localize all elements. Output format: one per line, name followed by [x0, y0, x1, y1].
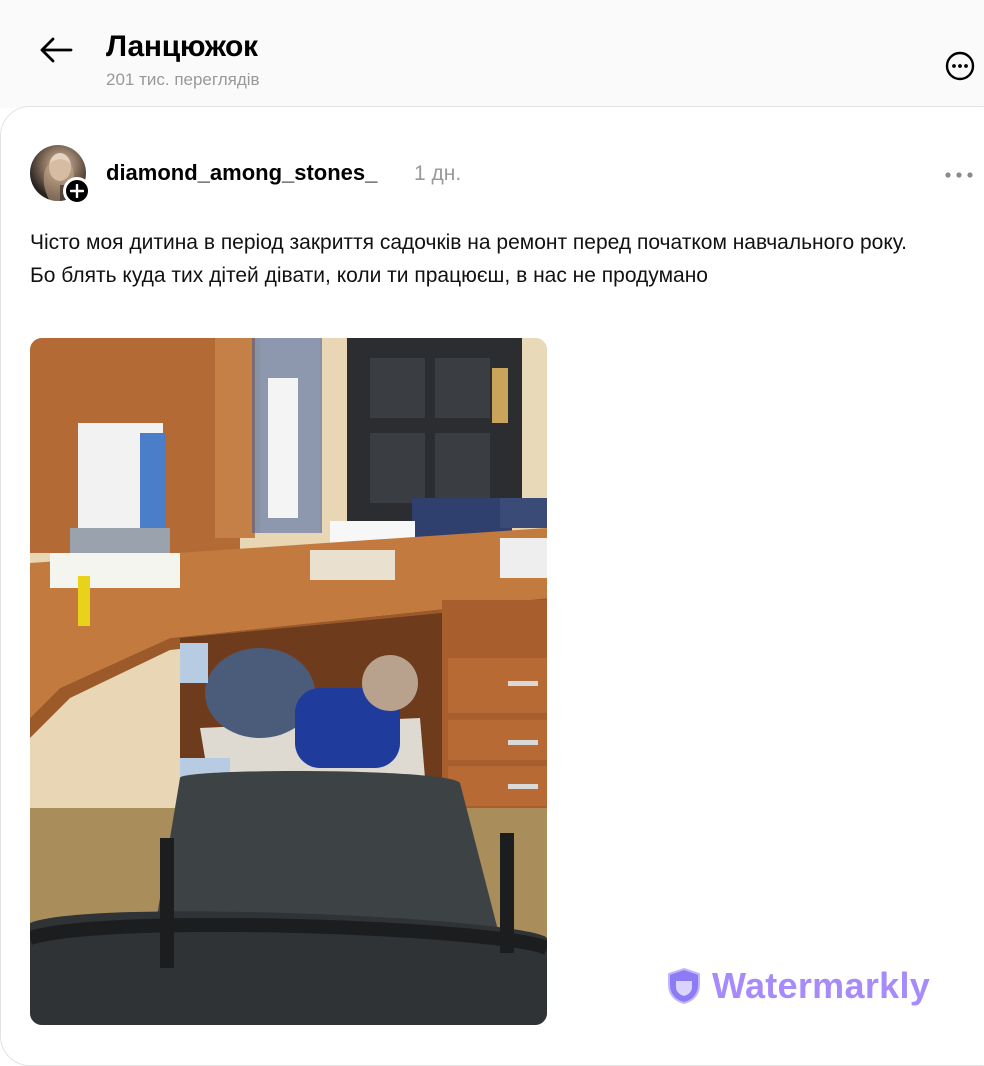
post-username[interactable]: diamond_among_stones_: [106, 160, 377, 186]
page-title: Ланцюжок: [106, 30, 258, 63]
watermark-label: Watermarkly: [712, 965, 931, 1006]
view-count: 201 тис. переглядів: [106, 70, 260, 89]
more-options-button[interactable]: [944, 50, 976, 82]
arrow-left-icon: [40, 37, 73, 63]
follow-button[interactable]: [63, 177, 91, 205]
post-more-button[interactable]: [940, 162, 978, 188]
shield-icon: [668, 967, 700, 1005]
post-photo[interactable]: [30, 338, 547, 1025]
more-circle-icon: [945, 51, 975, 81]
photo-image: [30, 338, 547, 1025]
watermark: Watermarkly: [666, 964, 930, 1008]
post-time: 1 дн.: [414, 162, 462, 185]
post-text: Чісто моя дитина в період закриття садоч…: [30, 231, 908, 287]
back-button[interactable]: [36, 30, 76, 70]
page-header: Ланцюжок 201 тис. переглядів: [0, 0, 984, 108]
ellipsis-icon: [945, 172, 973, 178]
plus-icon: [70, 184, 84, 198]
